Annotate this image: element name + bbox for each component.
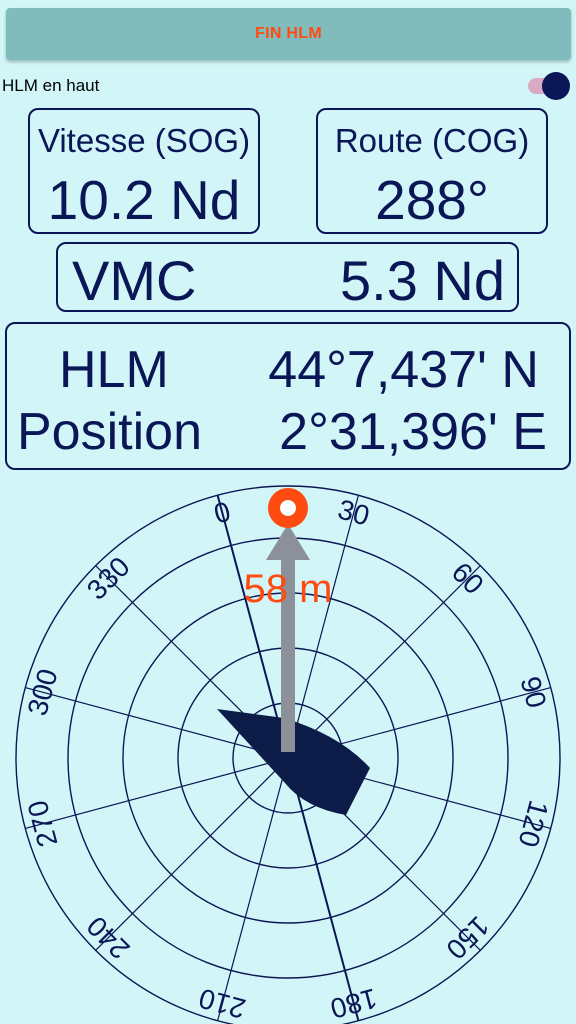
latitude-value: 44°7,437' N xyxy=(268,341,539,399)
target-marker-icon xyxy=(268,488,308,528)
cog-value: 288° xyxy=(375,169,489,231)
compass-tick-label: 210 xyxy=(196,982,249,1024)
cog-panel: Route (COG) 288° xyxy=(316,108,548,234)
sog-value: 10.2 Nd xyxy=(47,169,241,231)
compass-tick-label: 0 xyxy=(211,496,234,530)
sog-panel: Vitesse (SOG) 10.2 Nd xyxy=(28,108,260,234)
compass-tick-label: 180 xyxy=(327,982,380,1024)
distance-label: 58 m xyxy=(244,567,333,611)
hlm-label: HLM xyxy=(59,341,169,399)
compass-tick-label: 270 xyxy=(22,797,64,850)
sog-label: Vitesse (SOG) xyxy=(37,122,251,159)
compass-tick-label: 300 xyxy=(22,666,64,719)
compass-tick-label: 120 xyxy=(512,797,554,850)
hlm-up-toggle[interactable] xyxy=(526,72,572,100)
toggle-thumb xyxy=(542,72,570,100)
vmc-panel: VMC 5.3 Nd xyxy=(56,242,519,312)
compass-tick-label: 90 xyxy=(514,673,552,711)
longitude-value: 2°31,396' E xyxy=(279,403,547,461)
compass-spoke xyxy=(290,495,359,749)
compass-spoke xyxy=(217,767,286,1021)
hlm-up-toggle-label: HLM en haut xyxy=(2,76,100,95)
cog-label: Route (COG) xyxy=(334,122,530,159)
position-label: Position xyxy=(17,403,202,461)
compass-spoke xyxy=(216,495,287,749)
compass-spoke xyxy=(95,764,282,951)
compass-tick-label: 30 xyxy=(335,494,373,532)
compass-rose[interactable]: 0 306090120150180210240270300330 58 m xyxy=(0,470,576,1024)
vmc-label: VMC xyxy=(72,249,197,312)
compass-spoke xyxy=(25,760,279,829)
vmc-value: 5.3 Nd xyxy=(340,249,505,312)
fin-hlm-button[interactable]: FIN HLM xyxy=(6,8,571,60)
position-panel: HLM Position 44°7,437' N 2°31,396' E xyxy=(5,322,571,470)
